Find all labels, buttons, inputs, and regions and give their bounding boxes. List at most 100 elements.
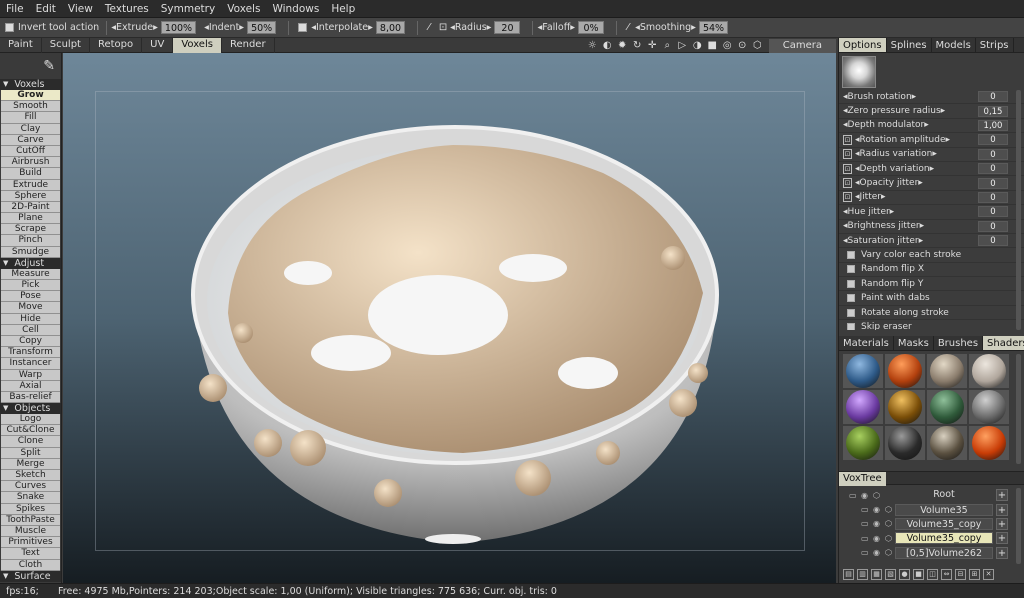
tab-splines[interactable]: Splines <box>887 38 932 52</box>
sun-icon[interactable]: ✹ <box>615 40 630 51</box>
voxtree-row[interactable]: ▭ ◉ ⬡ Volume35_copy + <box>839 531 1024 545</box>
menu-voxels[interactable]: Voxels <box>221 0 266 18</box>
shader-swatch[interactable] <box>885 354 925 388</box>
interpolate-label[interactable]: ◂Interpolate▸ <box>311 22 373 33</box>
tool-build[interactable]: Build <box>1 168 60 180</box>
shader-swatch[interactable] <box>969 390 1009 424</box>
option-value[interactable]: 0 <box>978 148 1008 160</box>
tool-clone[interactable]: Clone <box>1 436 60 448</box>
voxtree-tab[interactable]: VoxTree <box>839 472 886 486</box>
menu-textures[interactable]: Textures <box>99 0 155 18</box>
tab-paint[interactable]: Paint <box>0 37 42 53</box>
eye-icon[interactable]: ◉ <box>873 505 880 514</box>
tab-uv[interactable]: UV <box>142 37 174 53</box>
square-icon[interactable]: ■ <box>705 40 720 51</box>
sphere-volume-icon[interactable]: ● <box>899 568 910 580</box>
extrude-label[interactable]: ◂Extrude▸ <box>111 22 158 33</box>
tool-primitives[interactable]: Primitives <box>1 537 60 549</box>
shaders-scrollbar[interactable] <box>1016 354 1021 464</box>
tool-move[interactable]: Move <box>1 302 60 314</box>
lock-icon[interactable]: ⊡ <box>843 149 852 160</box>
checkbox[interactable] <box>847 265 855 274</box>
cube-volume-icon[interactable]: ■ <box>913 568 924 580</box>
shader-swatch[interactable] <box>843 426 883 460</box>
merge-volume-icon[interactable]: ▧ <box>885 568 896 580</box>
light-icon[interactable]: ☼ <box>585 40 600 51</box>
section-objects[interactable]: ▼ Objects <box>0 403 61 415</box>
tab-models[interactable]: Models <box>932 38 976 52</box>
tab-voxels[interactable]: Voxels <box>173 37 222 53</box>
tool-pinch[interactable]: Pinch <box>1 235 60 247</box>
shader-swatch[interactable] <box>927 426 967 460</box>
tool-airbrush[interactable]: Airbrush <box>1 157 60 169</box>
option-value[interactable]: 1,00 <box>978 119 1008 131</box>
shader-swatch[interactable] <box>927 390 967 424</box>
shader-swatch[interactable] <box>843 390 883 424</box>
option-label[interactable]: ◂Radius variation▸ <box>855 149 978 159</box>
indent-value[interactable]: 50% <box>247 21 277 34</box>
tool-measure[interactable]: Measure <box>1 268 60 280</box>
tab-render[interactable]: Render <box>222 37 275 53</box>
tool-sphere[interactable]: Sphere <box>1 190 60 202</box>
option-value[interactable]: 0 <box>978 220 1008 232</box>
option-label[interactable]: ◂Rotation amplitude▸ <box>855 135 978 145</box>
tool-transform[interactable]: Transform <box>1 347 60 359</box>
check-row-random-flip-y[interactable]: Random flip Y <box>839 277 1024 292</box>
tool-clay[interactable]: Clay <box>1 123 60 135</box>
tool-warp[interactable]: Warp <box>1 369 60 381</box>
rotate-icon[interactable]: ↻ <box>630 40 645 51</box>
smoothing-pen-icon[interactable]: ⁄ <box>621 22 635 33</box>
play-icon[interactable]: ▷ <box>675 40 690 51</box>
option-value[interactable]: 0 <box>978 177 1008 189</box>
checkbox[interactable] <box>847 279 855 288</box>
new-volume-icon[interactable]: ▤ <box>843 568 854 580</box>
viewport-3d[interactable] <box>63 53 836 583</box>
option-value[interactable]: 0 <box>978 235 1008 247</box>
falloff-label[interactable]: ◂Falloff▸ <box>537 22 575 33</box>
shader-swatch[interactable] <box>927 354 967 388</box>
menu-symmetry[interactable]: Symmetry <box>155 0 221 18</box>
export-volume-icon[interactable]: ⊟ <box>955 568 966 580</box>
volume-name[interactable]: Volume35_copy <box>895 532 993 545</box>
check-row-skip-eraser[interactable]: Skip eraser <box>839 320 1024 330</box>
options-scrollbar[interactable] <box>1016 90 1021 330</box>
visibility-icon[interactable]: ▭ <box>849 491 857 500</box>
tool-fill[interactable]: Fill <box>1 112 60 124</box>
tool-hide[interactable]: Hide <box>1 313 60 325</box>
eye-icon[interactable]: ◉ <box>873 519 880 528</box>
tool-logo[interactable]: Logo <box>1 414 60 426</box>
interpolate-checkbox[interactable] <box>298 23 308 32</box>
tool-plane[interactable]: Plane <box>1 213 60 225</box>
tab-strips[interactable]: Strips <box>976 38 1014 52</box>
option-label[interactable]: ◂Depth variation▸ <box>855 164 978 174</box>
option-label[interactable]: ◂Depth modulator▸ <box>843 120 978 130</box>
check-row-paint-with-dabs[interactable]: Paint with dabs <box>839 291 1024 306</box>
visibility-icon[interactable]: ▭ <box>861 548 869 557</box>
interpolate-value[interactable]: 8,00 <box>375 21 406 34</box>
voxtree-row[interactable]: ▭ ◉ ⬡ [0,5]Volume262 + <box>839 546 1024 560</box>
option-label[interactable]: ◂Jitter▸ <box>855 192 978 202</box>
tab-sculpt[interactable]: Sculpt <box>42 37 90 53</box>
tool-pose[interactable]: Pose <box>1 291 60 303</box>
shader-swatch[interactable] <box>969 426 1009 460</box>
option-value[interactable]: 0 <box>978 206 1008 218</box>
eye-icon[interactable]: ◉ <box>873 548 880 557</box>
tool-cutoff[interactable]: CutOff <box>1 145 60 158</box>
checkbox[interactable] <box>847 294 855 303</box>
wire-icon[interactable]: ◑ <box>690 40 705 51</box>
tool-scrape[interactable]: Scrape <box>1 224 60 236</box>
mirror-volume-icon[interactable]: ◫ <box>927 568 938 580</box>
tool-bas-relief[interactable]: Bas-relief <box>1 391 60 404</box>
tool-snake[interactable]: Snake <box>1 492 60 504</box>
smoothing-label[interactable]: ◂Smoothing▸ <box>635 22 696 33</box>
add-child-button[interactable]: + <box>996 546 1008 559</box>
eye-icon[interactable]: ◉ <box>873 534 880 543</box>
add-child-button[interactable]: + <box>996 517 1008 530</box>
option-value[interactable]: 0,15 <box>978 105 1008 117</box>
cube-icon[interactable]: ⬡ <box>750 40 765 51</box>
smoothing-value[interactable]: 54% <box>698 21 729 34</box>
volume-name[interactable]: [0,5]Volume262 <box>895 546 993 559</box>
checkbox[interactable] <box>847 322 855 330</box>
extrude-value[interactable]: 100% <box>160 21 197 34</box>
brush-alpha-preview[interactable] <box>842 56 876 88</box>
